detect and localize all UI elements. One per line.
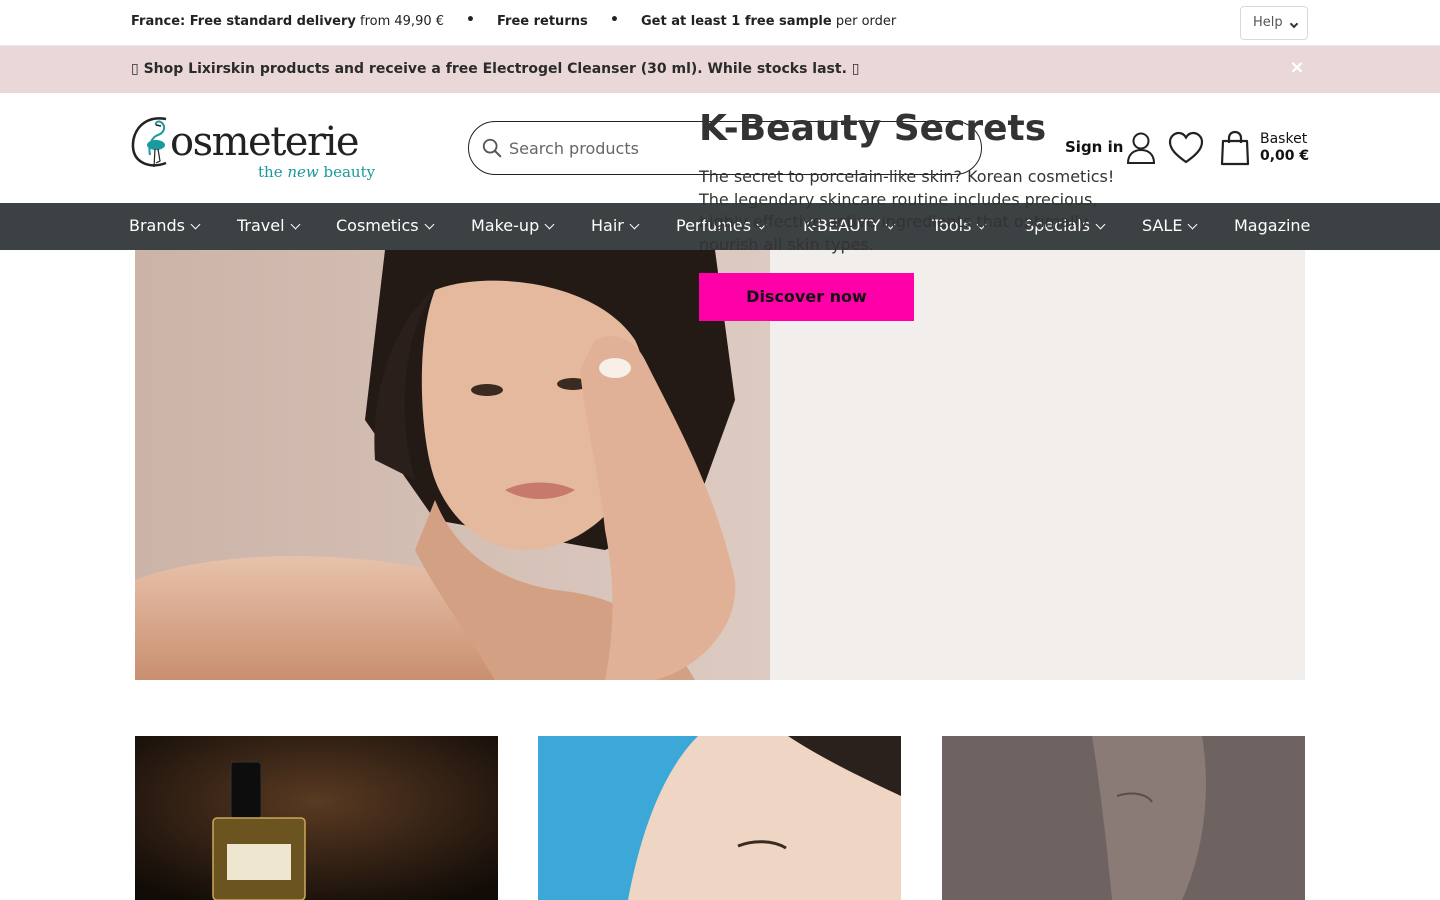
basket-label[interactable]: Basket: [1260, 131, 1307, 147]
nav-item-hair[interactable]: Hair: [591, 216, 640, 235]
hero-model-image[interactable]: [135, 250, 770, 680]
chevron-down-icon: [1187, 219, 1198, 230]
nav-item-cosmetics[interactable]: Cosmetics: [336, 216, 435, 235]
chevron-down-icon: [544, 219, 555, 230]
search-icon[interactable]: [481, 137, 503, 159]
usp-samples: Get at least 1 free sample per order: [641, 14, 897, 29]
close-icon[interactable]: ×: [1286, 57, 1308, 79]
logo-wordmark: osmeterie: [170, 119, 358, 165]
user-icon[interactable]: [1125, 131, 1157, 165]
teaser-tile-body[interactable]: [942, 736, 1305, 900]
sign-in-link[interactable]: Sign in: [1065, 138, 1123, 156]
chevron-down-icon: [629, 219, 640, 230]
chevron-down-icon: [424, 219, 435, 230]
hero-title: K-Beauty Secrets: [699, 108, 1047, 149]
nav-item-make-up[interactable]: Make-up: [471, 216, 555, 235]
chevron-down-icon: [1289, 19, 1299, 29]
chevron-down-icon: [290, 219, 301, 230]
flamingo-logo-icon: osmeterie the new beauty: [131, 117, 376, 181]
usp-delivery: France: Free standard delivery from 49,9…: [131, 14, 445, 29]
nav-item-sale[interactable]: SALE: [1142, 216, 1198, 235]
nav-item-brands[interactable]: Brands: [129, 216, 201, 235]
basket-total[interactable]: 0,00 €: [1260, 148, 1309, 164]
usp-separator: •: [610, 12, 619, 28]
shopping-bag-icon[interactable]: [1220, 130, 1250, 166]
chevron-down-icon: [190, 219, 201, 230]
wishlist-heart-icon[interactable]: [1168, 131, 1204, 165]
teaser-tile-skincare[interactable]: [538, 736, 901, 900]
teaser-tile-perfume[interactable]: [135, 736, 498, 900]
promo-text[interactable]: ▯ Shop Lixirskin products and receive a …: [131, 61, 859, 77]
usp-separator: •: [466, 12, 475, 28]
perfume-bottle-image[interactable]: [135, 736, 498, 900]
usp-returns: Free returns: [497, 14, 588, 29]
site-logo[interactable]: osmeterie the new beauty: [130, 111, 385, 185]
body-care-image[interactable]: [942, 736, 1305, 900]
help-label: Help: [1253, 15, 1283, 30]
nav-item-travel[interactable]: Travel: [237, 216, 301, 235]
nav-item-magazine[interactable]: Magazine: [1234, 216, 1310, 235]
usp-bar: France: Free standard delivery from 49,9…: [0, 0, 1440, 46]
model-face-image[interactable]: [538, 736, 901, 900]
logo-tagline: the new beauty: [258, 163, 376, 181]
promo-banner: ▯ Shop Lixirskin products and receive a …: [0, 46, 1440, 93]
hero-description: The secret to porcelain-like skin? Korea…: [699, 167, 1115, 254]
discover-now-button[interactable]: Discover now: [699, 273, 914, 321]
help-dropdown[interactable]: Help: [1240, 6, 1308, 40]
